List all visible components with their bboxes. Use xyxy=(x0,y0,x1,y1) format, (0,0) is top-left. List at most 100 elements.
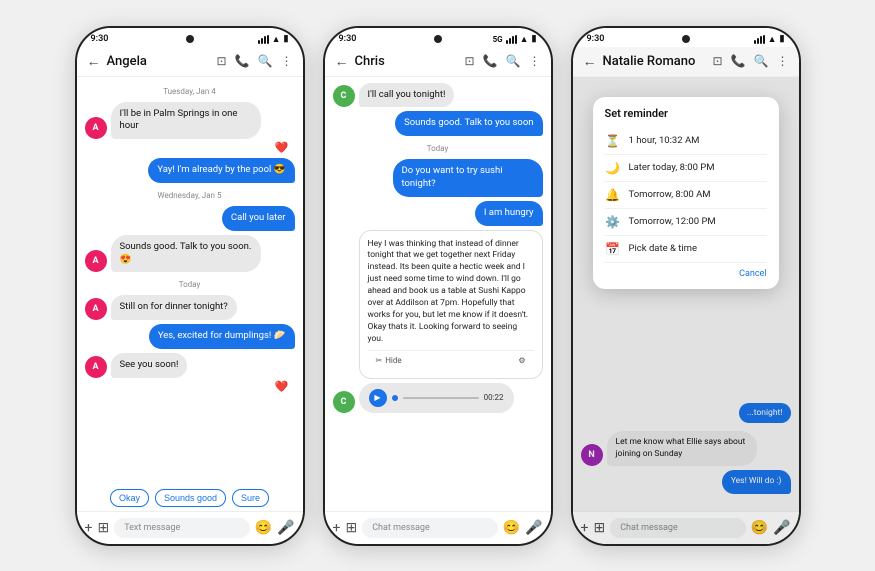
quick-reply-sure[interactable]: Sure xyxy=(232,489,269,507)
video-icon-2[interactable]: ⊡ xyxy=(465,54,475,68)
bubble-1f: Yes, excited for dumplings! 🥟 xyxy=(149,324,295,349)
sticker-icon-2[interactable]: ⊞ xyxy=(345,520,357,536)
phone-icon-1[interactable]: 📞 xyxy=(235,54,250,68)
text-input-1[interactable]: Text message xyxy=(114,518,249,538)
phone-1: 9:30 ▲ ▮ ← Angela ⊡ 📞 🔍 ⋮ Tuesday, Jan 4… xyxy=(75,26,305,546)
time-1: 9:30 xyxy=(91,34,109,44)
chat-body-2: C I'll call you tonight! Sounds good. Ta… xyxy=(325,77,551,511)
reminder-option-4[interactable]: ⚙️ Tomorrow, 12:00 PM xyxy=(605,209,767,236)
reminder-option-2-label: Later today, 8:00 PM xyxy=(629,162,715,173)
reminder-option-1[interactable]: ⏳ 1 hour, 10:32 AM xyxy=(605,128,767,155)
gear-icon-2[interactable]: ⚙ xyxy=(518,355,525,366)
mic-icon-1[interactable]: 🎤 xyxy=(277,520,294,536)
audio-bubble-2: ▶ 00:22 xyxy=(359,383,514,413)
phone-3-body: ...tonight! N Let me know what Ellie say… xyxy=(573,77,799,544)
avatar-2b: C xyxy=(333,391,355,413)
emoji-icon-1[interactable]: 😊 xyxy=(255,520,272,536)
time-2: 9:30 xyxy=(339,34,357,44)
msg-row-1e: A Still on for dinner tonight? xyxy=(85,295,295,320)
gear-icon-3: ⚙️ xyxy=(605,215,621,229)
status-icons-1: ▲ ▮ xyxy=(258,34,289,45)
date-label-1b: Wednesday, Jan 5 xyxy=(85,191,295,200)
reminder-option-5[interactable]: 📅 Pick date & time xyxy=(605,236,767,263)
reminder-option-2[interactable]: 🌙 Later today, 8:00 PM xyxy=(605,155,767,182)
battery-icon-1: ▮ xyxy=(284,34,289,44)
quick-reply-sounds-good[interactable]: Sounds good xyxy=(155,489,226,507)
battery-icon-3: ▮ xyxy=(780,34,785,44)
battery-icon-2: ▮ xyxy=(532,34,537,44)
status-bar-3: 9:30 ▲ ▮ xyxy=(573,28,799,47)
camera-dot-2 xyxy=(434,35,442,43)
date-label-1c: Today xyxy=(85,280,295,289)
play-button-2[interactable]: ▶ xyxy=(369,389,387,407)
msg-row-1c: Call you later xyxy=(85,206,295,231)
bubble-2a: I'll call you tonight! xyxy=(359,83,455,108)
msg-row-1d: A Sounds good. Talk to you soon. 😍 xyxy=(85,235,295,273)
chat-header-1: ← Angela ⊡ 📞 🔍 ⋮ xyxy=(77,47,303,77)
search-icon-1[interactable]: 🔍 xyxy=(258,54,273,68)
signal-icon-3 xyxy=(754,35,765,44)
signal-icon-1 xyxy=(258,35,269,44)
video-icon-1[interactable]: ⊡ xyxy=(217,54,227,68)
bubble-1g: See you soon! xyxy=(111,353,188,378)
plus-icon-1[interactable]: + xyxy=(85,520,93,536)
header-icons-2: ⊡ 📞 🔍 ⋮ xyxy=(465,54,541,68)
phone-icon-3[interactable]: 📞 xyxy=(731,54,746,68)
avatar-1a: A xyxy=(85,117,107,139)
more-icon-2[interactable]: ⋮ xyxy=(529,54,541,68)
quick-replies-1: Okay Sounds good Sure xyxy=(77,485,303,511)
search-icon-2[interactable]: 🔍 xyxy=(506,54,521,68)
emoji-icon-2[interactable]: 😊 xyxy=(503,520,520,536)
chat-footer-2: + ⊞ Chat message 😊 🎤 xyxy=(325,511,551,544)
hide-icon-2[interactable]: ✂ Hide xyxy=(376,355,402,366)
reminder-option-4-label: Tomorrow, 12:00 PM xyxy=(629,216,716,227)
signal-icon-2 xyxy=(506,35,517,44)
time-3: 9:30 xyxy=(587,34,605,44)
plus-icon-2[interactable]: + xyxy=(333,520,341,536)
reminder-cancel-button[interactable]: Cancel xyxy=(605,263,767,279)
header-icons-3: ⊡ 📞 🔍 ⋮ xyxy=(713,54,789,68)
status-icons-2: 5G ▲ ▮ xyxy=(493,34,537,45)
avatar-1d: A xyxy=(85,356,107,378)
sticker-icon-1[interactable]: ⊞ xyxy=(97,520,109,536)
msg-row-2a: C I'll call you tonight! xyxy=(333,83,543,108)
heart-1b: ❤️ xyxy=(85,380,295,393)
bell-icon: 🔔 xyxy=(605,188,621,202)
video-icon-3[interactable]: ⊡ xyxy=(713,54,723,68)
reminder-option-1-label: 1 hour, 10:32 AM xyxy=(629,135,700,146)
reminder-title: Set reminder xyxy=(605,107,767,120)
hide-label-2[interactable]: Hide xyxy=(385,355,401,366)
moon-icon: 🌙 xyxy=(605,161,621,175)
bubble-2d: I am hungry xyxy=(475,201,543,226)
back-button-1[interactable]: ← xyxy=(87,53,101,70)
back-button-2[interactable]: ← xyxy=(335,53,349,70)
more-icon-1[interactable]: ⋮ xyxy=(281,54,293,68)
status-icons-3: ▲ ▮ xyxy=(754,34,785,45)
bubble-1c: Call you later xyxy=(222,206,295,231)
wifi-icon-3: ▲ xyxy=(768,34,777,45)
msg-row-1g: A See you soon! xyxy=(85,353,295,378)
date-label-2: Today xyxy=(333,144,543,153)
hourglass-icon: ⏳ xyxy=(605,134,621,148)
reminder-option-3[interactable]: 🔔 Tomorrow, 8:00 AM xyxy=(605,182,767,209)
phone-3: 9:30 ▲ ▮ ← Natalie Romano ⊡ 📞 🔍 ⋮ xyxy=(571,26,801,546)
wifi-icon-2: ▲ xyxy=(520,34,529,45)
reminder-option-5-label: Pick date & time xyxy=(629,243,698,254)
hide-bar-2: ✂ Hide ⚙ xyxy=(368,350,534,370)
msg-row-2d: I am hungry xyxy=(333,201,543,226)
audio-wave-2 xyxy=(403,397,479,399)
phone-icon-2[interactable]: 📞 xyxy=(483,54,498,68)
search-icon-3[interactable]: 🔍 xyxy=(754,54,769,68)
bubble-1d: Sounds good. Talk to you soon. 😍 xyxy=(111,235,261,273)
more-icon-3[interactable]: ⋮ xyxy=(777,54,789,68)
chat-body-1: Tuesday, Jan 4 A I'll be in Palm Springs… xyxy=(77,77,303,485)
text-input-2[interactable]: Chat message xyxy=(362,518,497,538)
chat-footer-1: + ⊞ Text message 😊 🎤 xyxy=(77,511,303,544)
network-label-2: 5G xyxy=(493,35,503,44)
back-button-3[interactable]: ← xyxy=(583,53,597,70)
contact-name-3: Natalie Romano xyxy=(603,54,707,69)
chat-header-2: ← Chris ⊡ 📞 🔍 ⋮ xyxy=(325,47,551,77)
bubble-1e: Still on for dinner tonight? xyxy=(111,295,237,320)
mic-icon-2[interactable]: 🎤 xyxy=(525,520,542,536)
quick-reply-okay[interactable]: Okay xyxy=(110,489,149,507)
